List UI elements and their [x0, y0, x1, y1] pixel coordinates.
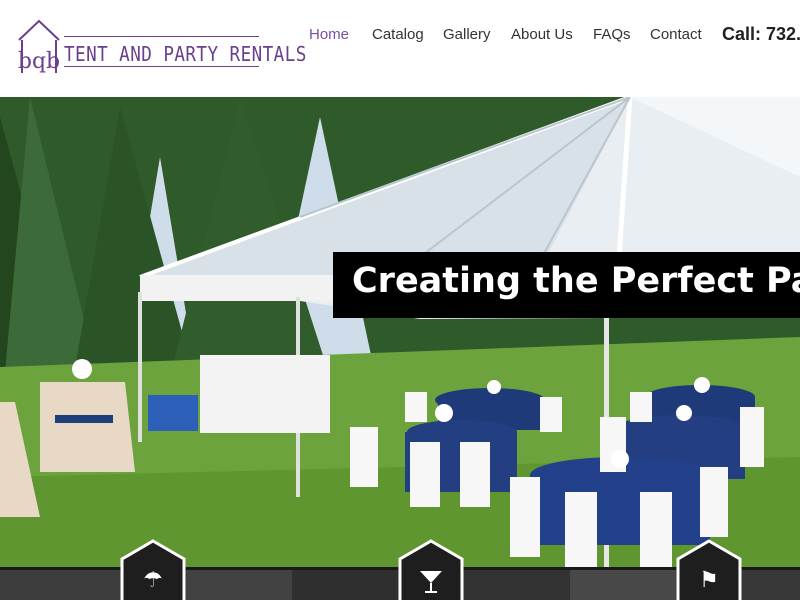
feature-bar-segment: [186, 570, 292, 600]
nav-faqs[interactable]: FAQs: [593, 26, 631, 43]
flag-icon: ⚑: [699, 567, 719, 592]
logo-monogram: bqb: [18, 49, 60, 74]
nav-home[interactable]: Home: [309, 26, 349, 43]
call-phone[interactable]: Call: 732.: [722, 24, 800, 45]
house-monogram-icon: bqb: [18, 19, 60, 74]
hero-headline: Creating the Perfect Pa: [352, 261, 800, 301]
feature-bar-segment: [292, 570, 398, 600]
feature-bar-segment: [570, 570, 676, 600]
hero-scene-illustration: [0, 97, 800, 600]
logo-rule-top: [64, 36, 259, 37]
feature-bar-segment: [464, 570, 570, 600]
feature-flag[interactable]: ⚑: [676, 539, 742, 600]
feature-umbrella[interactable]: ☂: [120, 539, 186, 600]
umbrella-icon: ☂: [143, 567, 163, 592]
nav-about-us[interactable]: About Us: [511, 26, 573, 43]
nav-catalog[interactable]: Catalog: [372, 26, 424, 43]
hero-banner: Creating the Perfect Pa: [333, 252, 800, 318]
feature-bar-segment: [742, 570, 800, 600]
cocktail-glass-icon: [420, 571, 442, 593]
hero-image: Creating the Perfect Pa: [0, 97, 800, 600]
feature-bar-service[interactable]: [398, 539, 464, 600]
logo-rule-bottom: [64, 66, 259, 67]
nav-gallery[interactable]: Gallery: [443, 26, 491, 43]
nav-contact[interactable]: Contact: [650, 26, 702, 43]
feature-bar-segment: [0, 570, 120, 600]
site-header: bqb TENT AND PARTY RENTALS Home Catalog …: [0, 0, 800, 97]
site-logo[interactable]: bqb TENT AND PARTY RENTALS: [16, 18, 306, 78]
logo-text: TENT AND PARTY RENTALS: [64, 42, 307, 66]
